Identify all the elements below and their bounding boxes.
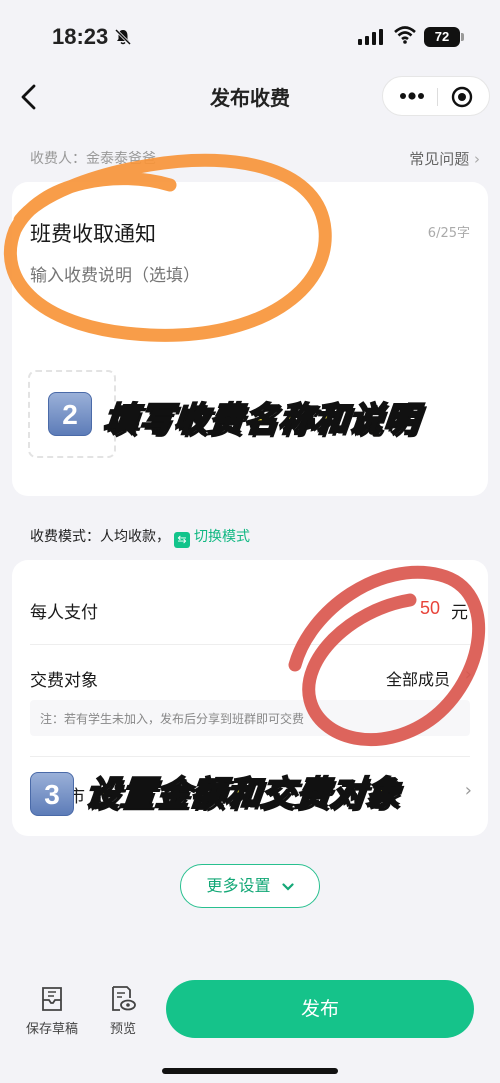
- step-3-caption: 设置金额和交费对象: [83, 773, 404, 815]
- battery-indicator: 72: [424, 27, 460, 47]
- wifi-icon: [394, 26, 416, 44]
- payer-select[interactable]: 全部成员: [386, 666, 450, 690]
- switch-icon[interactable]: ⇆: [174, 532, 190, 548]
- save-draft-label: 保存草稿: [26, 1022, 79, 1037]
- fee-title-input[interactable]: 班费收取通知: [30, 218, 156, 248]
- payer-note: 注：若有学生未加入，发布后分享到班群即可交费: [30, 700, 470, 736]
- payee-label: 收费人：金泰泰爸爸: [30, 151, 156, 167]
- faq-label: 常见问题: [409, 150, 470, 168]
- bell-muted-icon: [114, 28, 132, 46]
- status-bar: 18:23 72: [0, 0, 500, 72]
- preview-icon: [112, 986, 136, 1011]
- draft-box-icon: [42, 987, 62, 1011]
- more-settings-label: 更多设置: [206, 876, 271, 895]
- more-dots-icon[interactable]: [399, 91, 425, 101]
- capsule-divider: [437, 88, 438, 106]
- chevron-right-icon: ›: [464, 664, 472, 685]
- step-3-badge: 3: [30, 772, 74, 816]
- battery-tip: [461, 33, 464, 41]
- chevron-right-icon[interactable]: ›: [465, 780, 472, 801]
- publish-button[interactable]: 发布: [166, 980, 474, 1038]
- step-2-badge: 2: [48, 392, 92, 436]
- fee-description-input[interactable]: [30, 266, 330, 286]
- mini-program-capsule: [382, 76, 490, 116]
- payee-row: 收费人：金泰泰爸爸 常见问题 ›: [30, 148, 480, 168]
- currency-unit: 元: [451, 603, 468, 623]
- more-settings-button[interactable]: 更多设置: [180, 864, 320, 908]
- step-2-caption: 填写收费名称和说明: [101, 399, 422, 441]
- per-person-label: 每人支付: [30, 603, 98, 623]
- fee-mode-row: 收费模式：人均收款， ⇆ 切换模式: [30, 526, 250, 548]
- switch-mode-link[interactable]: 切换模式: [194, 529, 250, 545]
- home-indicator: [162, 1068, 338, 1074]
- row-divider: [30, 644, 470, 645]
- row-divider: [30, 756, 470, 757]
- payer-label: 交费对象: [30, 671, 98, 691]
- chevron-down-icon: [281, 883, 294, 891]
- nav-bar: 发布收费: [0, 72, 500, 122]
- preview-button[interactable]: 预览: [108, 984, 138, 1037]
- status-time: 18:23: [52, 24, 109, 49]
- char-count: 6/25字: [427, 226, 470, 241]
- close-target-icon[interactable]: [451, 86, 473, 108]
- save-draft-button[interactable]: 保存草稿: [26, 984, 78, 1037]
- fee-info-card: 班费收取通知 6/25字: [12, 182, 488, 496]
- amount-input[interactable]: 50: [420, 598, 440, 619]
- preview-label: 预览: [109, 1022, 136, 1037]
- faq-link[interactable]: 常见问题 ›: [409, 148, 480, 169]
- fee-mode-label: 收费模式：人均收款，: [30, 529, 170, 545]
- chevron-right-icon: ›: [474, 150, 480, 168]
- signal-icon: [358, 29, 383, 45]
